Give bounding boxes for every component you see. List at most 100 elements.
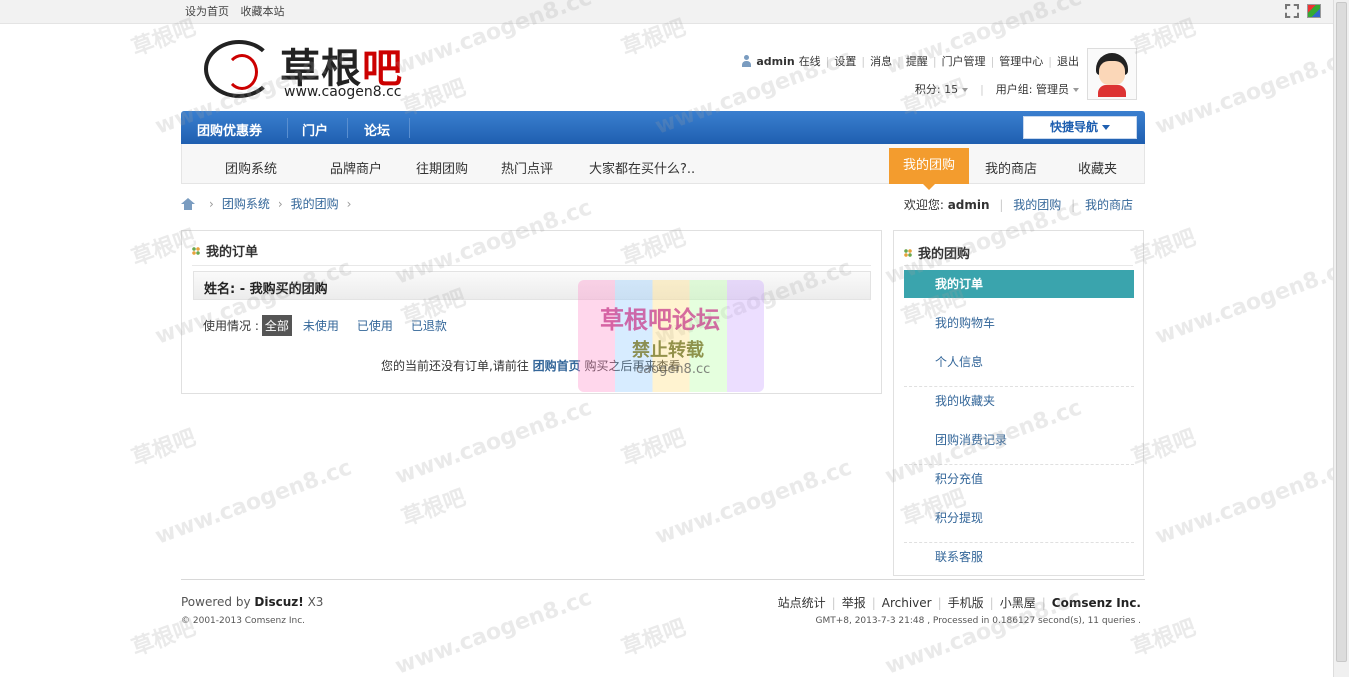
bookmark-site-link[interactable]: 收藏本站 xyxy=(241,5,285,18)
watermark-text: www.caogen8.cc xyxy=(1151,45,1333,140)
filter-unused[interactable]: 未使用 xyxy=(300,315,342,336)
empty-msg-before: 您的当前还没有订单,请前往 xyxy=(381,359,529,373)
notifications-link[interactable]: 提醒 xyxy=(906,53,928,69)
welcome-my-shop-link[interactable]: 我的商店 xyxy=(1085,198,1133,212)
side-item-support[interactable]: 联系客服 xyxy=(904,543,1134,582)
separator: | xyxy=(990,54,995,68)
copyright: © 2001-2013 Comsenz Inc. xyxy=(181,616,306,626)
side-item-withdraw[interactable]: 积分提现 xyxy=(904,504,1134,543)
separator: | xyxy=(999,198,1004,212)
watermark-text: www.caogen8.cc xyxy=(1151,255,1333,350)
messages-link[interactable]: 消息 xyxy=(870,53,892,69)
footer-blackroom-link[interactable]: 小黑屋 xyxy=(1000,594,1036,611)
separator: | xyxy=(1071,198,1076,212)
usergroup-label: 用户组: 管理员 xyxy=(995,83,1069,96)
grid-dots-icon xyxy=(904,248,912,257)
empty-msg-after: 购买之后再来查看 xyxy=(584,359,681,373)
usergroup-dropdown[interactable]: 用户组: 管理员 xyxy=(996,81,1079,97)
watermark-text: www.caogen8.cc xyxy=(151,455,356,550)
fullscreen-icon[interactable] xyxy=(1285,4,1299,18)
subnav-item-brands[interactable]: 品牌商户 xyxy=(330,158,382,177)
side-item-favorites[interactable]: 我的收藏夹 xyxy=(904,387,1134,426)
side-item-profile[interactable]: 个人信息 xyxy=(904,348,1134,387)
separator: | xyxy=(871,595,876,610)
divider xyxy=(904,265,1133,266)
online-status: 在线 xyxy=(798,55,821,68)
separator: | xyxy=(932,54,937,68)
welcome-username: admin xyxy=(947,198,990,212)
username-link[interactable]: admin xyxy=(756,55,794,68)
subnav-item-trending[interactable]: 大家都在买什么?.. xyxy=(589,158,695,177)
subnav-item-system[interactable]: 团购系统 xyxy=(225,158,277,177)
footer-company-link[interactable]: Comsenz Inc. xyxy=(1052,596,1141,610)
side-menu: 我的团购 我的订单 我的购物车 个人信息 我的收藏夹 团购消费记录 积分充值 积… xyxy=(893,230,1144,576)
welcome-my-groupbuy-link[interactable]: 我的团购 xyxy=(1013,198,1061,212)
user-icon xyxy=(741,55,752,67)
side-menu-list: 我的订单 我的购物车 个人信息 我的收藏夹 团购消费记录 积分充值 积分提现 联… xyxy=(904,270,1134,582)
settings-link[interactable]: 设置 xyxy=(834,53,856,69)
watermark-text: 草根吧 xyxy=(398,485,470,532)
filter-all[interactable]: 全部 xyxy=(261,315,292,336)
footer-mobile-link[interactable]: 手机版 xyxy=(948,594,984,611)
separator: | xyxy=(1048,54,1052,68)
subnav-item-favorites[interactable]: 收藏夹 xyxy=(1078,158,1117,177)
powered-by: Powered by Discuz! X3 xyxy=(181,595,323,609)
footer-archiver-link[interactable]: Archiver xyxy=(882,596,932,610)
usage-filter: 使用情况 : 全部 未使用 已使用 已退款 xyxy=(203,315,462,336)
powered-prefix: Powered by xyxy=(181,595,251,609)
chevron-down-icon xyxy=(962,88,969,92)
chevron-right-icon: › xyxy=(346,196,352,211)
home-icon[interactable] xyxy=(181,197,195,210)
user-bar: admin 在线 | 设置 | 消息 | 提醒 | 门户管理 | 管理中心 | … xyxy=(741,53,1079,69)
scrollbar-thumb[interactable] xyxy=(1336,2,1347,662)
nav-item-forum[interactable]: 论坛 xyxy=(364,120,390,139)
set-homepage-link[interactable]: 设为首页 xyxy=(185,5,229,18)
subnav-item-past[interactable]: 往期团购 xyxy=(416,158,468,177)
subnav-item-my-groupbuy[interactable]: 我的团购 xyxy=(889,148,969,190)
logo-url: www.caogen8.cc xyxy=(284,84,402,100)
orders-title-text: 我的订单 xyxy=(206,245,259,260)
nav-item-groupbuy[interactable]: 团购优惠券 xyxy=(197,120,262,139)
side-item-cart[interactable]: 我的购物车 xyxy=(904,309,1134,348)
footer-report-link[interactable]: 举报 xyxy=(842,594,866,611)
chevron-right-icon: › xyxy=(209,196,214,211)
side-title-text: 我的团购 xyxy=(918,247,971,262)
subnav-item-reviews[interactable]: 热门点评 xyxy=(501,158,553,177)
watermark-text: 草根吧 xyxy=(128,425,200,472)
quick-nav-label: 快捷导航 xyxy=(1049,120,1098,134)
separator: | xyxy=(831,595,836,610)
admin-center-link[interactable]: 管理中心 xyxy=(999,53,1043,69)
vertical-scrollbar[interactable] xyxy=(1333,0,1349,677)
discuz-link[interactable]: Discuz! xyxy=(254,595,303,609)
avatar[interactable] xyxy=(1087,48,1137,100)
watermark-text: www.caogen8.cc xyxy=(1151,455,1333,550)
breadcrumb-system[interactable]: 团购系统 xyxy=(222,195,270,212)
site-logo[interactable]: 草根吧 www.caogen8.cc xyxy=(204,36,434,104)
separator: | xyxy=(937,595,942,610)
avatar-image xyxy=(1090,51,1134,97)
groupbuy-home-link[interactable]: 团购首页 xyxy=(533,359,581,373)
side-item-my-orders[interactable]: 我的订单 xyxy=(904,270,1134,298)
credits-label: 积分: 15 xyxy=(914,83,959,96)
separator: | xyxy=(861,54,866,68)
logout-link[interactable]: 退出 xyxy=(1057,53,1079,69)
quick-nav-button[interactable]: 快捷导航 xyxy=(1023,116,1137,139)
separator: | xyxy=(825,54,830,68)
breadcrumb: › 团购系统 › 我的团购 › xyxy=(181,195,359,212)
footer-stats-link[interactable]: 站点统计 xyxy=(778,594,826,611)
portal-admin-link[interactable]: 门户管理 xyxy=(942,53,986,69)
subnav-item-my-shop[interactable]: 我的商店 xyxy=(985,158,1037,177)
powered-version: X3 xyxy=(307,595,324,609)
footer-links: 站点统计 | 举报 | Archiver | 手机版 | 小黑屋 | Comse… xyxy=(778,594,1141,611)
credits-dropdown[interactable]: 积分: 15 xyxy=(914,81,969,97)
style-switch-icon[interactable] xyxy=(1307,4,1321,18)
filter-used[interactable]: 已使用 xyxy=(354,315,396,336)
filter-refunded[interactable]: 已退款 xyxy=(408,315,450,336)
footer-divider xyxy=(181,579,1145,580)
side-item-spending[interactable]: 团购消费记录 xyxy=(904,426,1134,465)
chevron-down-icon xyxy=(1073,88,1079,92)
orders-panel-title: 我的订单 xyxy=(192,241,258,260)
nav-item-portal[interactable]: 门户 xyxy=(302,120,328,139)
breadcrumb-my-groupbuy[interactable]: 我的团购 xyxy=(291,195,339,212)
side-item-recharge[interactable]: 积分充值 xyxy=(904,465,1134,504)
